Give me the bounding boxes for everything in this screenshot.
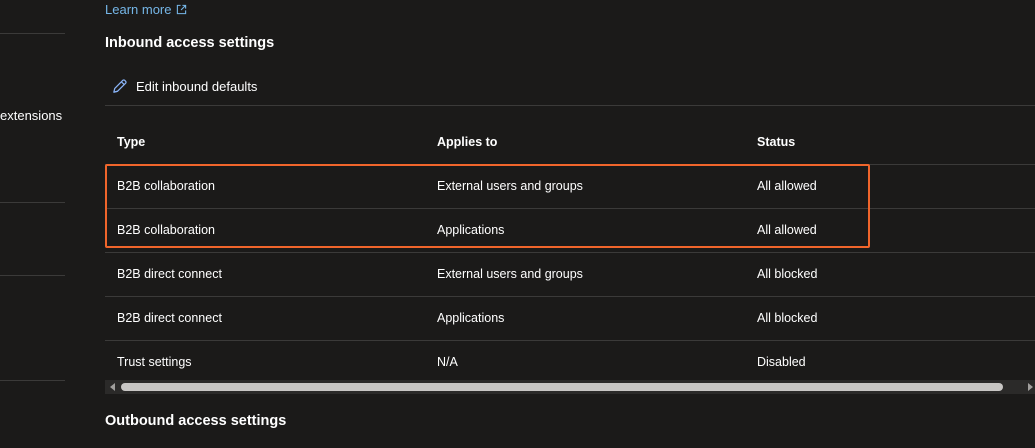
column-header-applies-to[interactable]: Applies to bbox=[437, 135, 497, 149]
learn-more-label: Learn more bbox=[105, 2, 172, 17]
cell-type: B2B collaboration bbox=[117, 179, 215, 193]
nav-divider bbox=[0, 380, 65, 381]
table-row[interactable]: B2B direct connect External users and gr… bbox=[105, 253, 1035, 297]
column-header-status[interactable]: Status bbox=[757, 135, 795, 149]
nav-item-extensions[interactable]: extensions bbox=[0, 108, 62, 123]
inbound-access-table: Type Applies to Status B2B collaboration… bbox=[105, 121, 1035, 384]
nav-divider bbox=[0, 33, 65, 34]
table-row[interactable]: B2B collaboration Applications All allow… bbox=[105, 209, 1035, 253]
edit-inbound-defaults-button[interactable]: Edit inbound defaults bbox=[111, 78, 257, 95]
cell-status: All allowed bbox=[757, 223, 817, 237]
learn-more-link[interactable]: Learn more bbox=[105, 2, 187, 17]
cell-status: All allowed bbox=[757, 179, 817, 193]
table-row[interactable]: Trust settings N/A Disabled bbox=[105, 341, 1035, 384]
outbound-section-title: Outbound access settings bbox=[105, 413, 287, 429]
cell-applies-to: Applications bbox=[437, 223, 505, 237]
cell-applies-to: External users and groups bbox=[437, 179, 583, 193]
table-row[interactable]: B2B direct connect Applications All bloc… bbox=[105, 297, 1035, 341]
nav-divider bbox=[0, 202, 65, 203]
cell-status: All blocked bbox=[757, 267, 818, 281]
inbound-toolbar: Edit inbound defaults bbox=[105, 70, 1035, 106]
scroll-left-arrow-icon[interactable] bbox=[110, 383, 115, 391]
pencil-icon bbox=[113, 79, 127, 93]
cell-applies-to: External users and groups bbox=[437, 267, 583, 281]
page: extensions t Learn more Inbound access s… bbox=[0, 0, 1035, 448]
external-link-icon bbox=[177, 4, 187, 15]
cell-type: B2B direct connect bbox=[117, 311, 222, 325]
nav-divider bbox=[0, 275, 65, 276]
scrollbar-thumb[interactable] bbox=[121, 383, 1003, 391]
table-row[interactable]: B2B collaboration External users and gro… bbox=[105, 165, 1035, 209]
cell-type: B2B direct connect bbox=[117, 267, 222, 281]
cell-type: Trust settings bbox=[117, 355, 192, 369]
cell-applies-to: N/A bbox=[437, 355, 458, 369]
cell-type: B2B collaboration bbox=[117, 223, 215, 237]
left-nav: extensions t bbox=[0, 0, 66, 448]
table-header-row: Type Applies to Status bbox=[105, 121, 1035, 165]
cell-status: All blocked bbox=[757, 311, 818, 325]
column-header-type[interactable]: Type bbox=[117, 135, 145, 149]
cell-applies-to: Applications bbox=[437, 311, 505, 325]
horizontal-scrollbar[interactable] bbox=[105, 380, 1035, 394]
inbound-section-title: Inbound access settings bbox=[105, 35, 275, 51]
cell-status: Disabled bbox=[757, 355, 806, 369]
scroll-right-arrow-icon[interactable] bbox=[1028, 383, 1033, 391]
edit-inbound-defaults-label: Edit inbound defaults bbox=[136, 79, 258, 94]
